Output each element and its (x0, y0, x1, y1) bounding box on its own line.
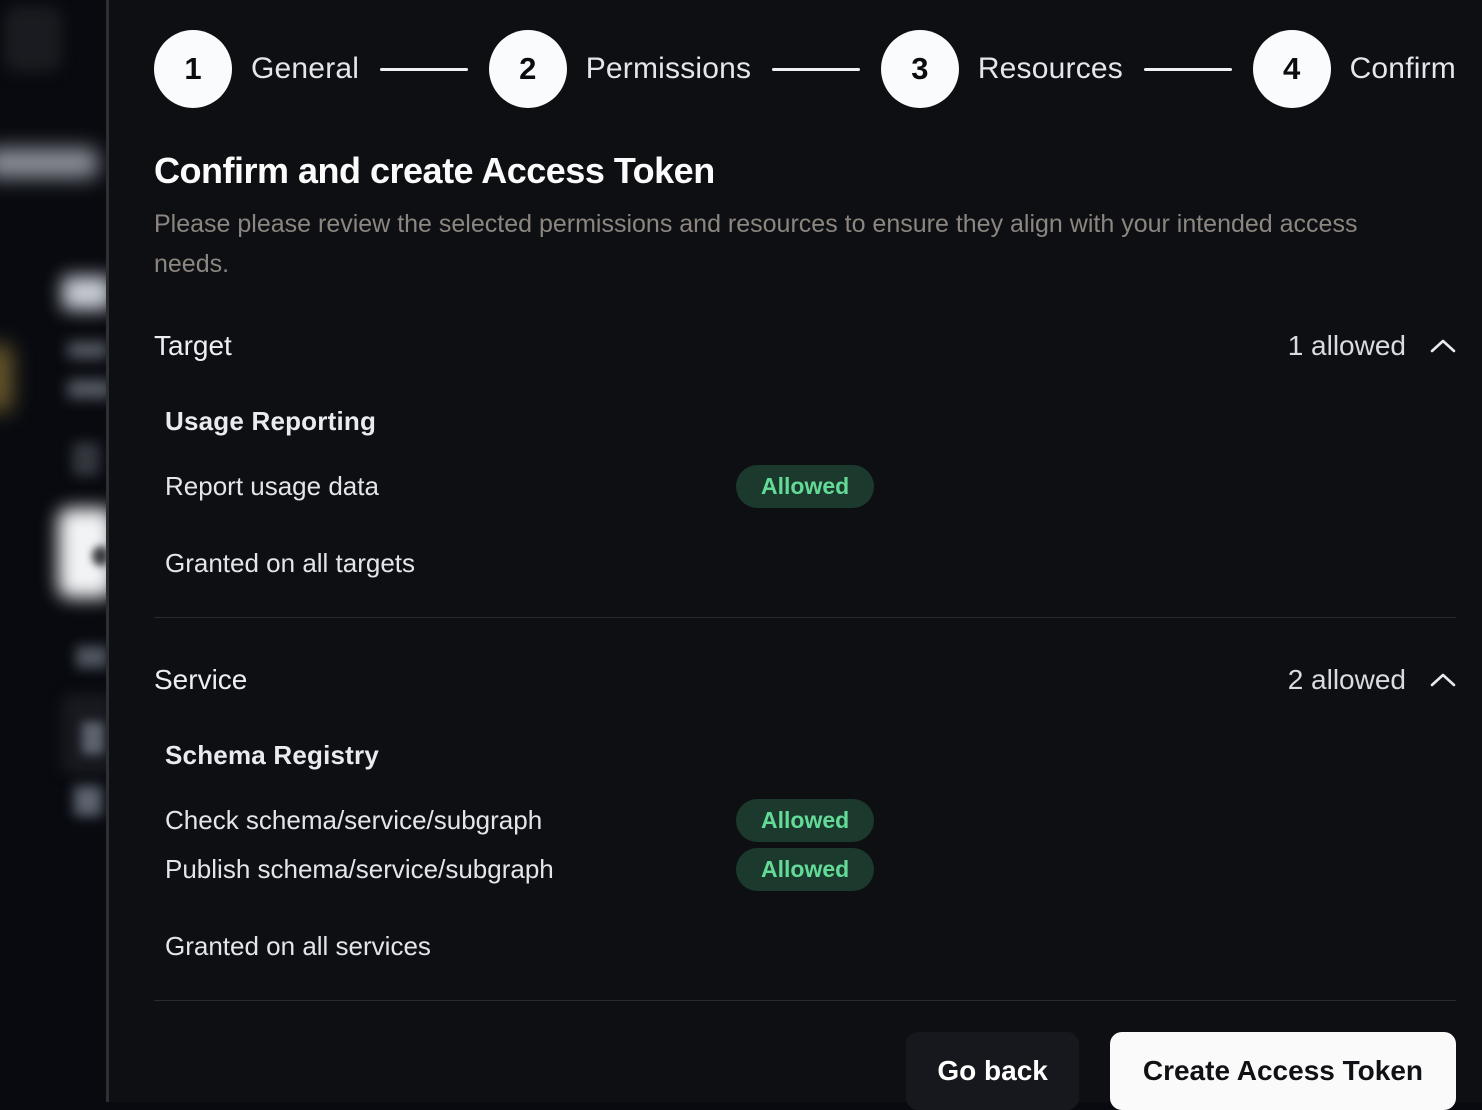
step-connector-line (380, 68, 468, 71)
step-resources[interactable]: 3 Resources (881, 30, 1123, 108)
blurred-text-fragment (82, 722, 104, 754)
group-title: Usage Reporting (165, 406, 1456, 437)
page-description: Please please review the selected permis… (154, 204, 1379, 284)
create-access-token-modal: 1 General 2 Permissions 3 Resources 4 Co… (106, 0, 1482, 1102)
blurred-logo-tile (4, 6, 62, 72)
permission-row: Report usage data Allowed (165, 465, 1456, 508)
blurred-heading-text (62, 276, 106, 310)
permission-row: Publish schema/service/subgraph Allowed (165, 848, 1456, 891)
chevron-up-icon (1430, 338, 1456, 354)
allowed-badge: Allowed (736, 848, 874, 891)
blurred-button-glyph (92, 546, 106, 566)
modal-footer: Go back Create Access Token (154, 1032, 1456, 1110)
granted-note: Granted on all targets (165, 548, 1456, 579)
step-label: Permissions (586, 52, 752, 86)
section-target-toggle[interactable]: 1 allowed (1288, 330, 1456, 362)
section-title: Target (154, 330, 232, 362)
step-connector-line (1144, 68, 1232, 71)
background-page (0, 0, 106, 1102)
step-connector-line (772, 68, 860, 71)
permission-row: Check schema/service/subgraph Allowed (165, 799, 1456, 842)
permission-group: Usage Reporting Report usage data Allowe… (165, 406, 1456, 508)
step-number-circle: 2 (489, 30, 567, 108)
blurred-text-fragment (74, 786, 102, 816)
step-general[interactable]: 1 General (154, 30, 359, 108)
blurred-nav-item (0, 148, 98, 178)
blurred-text-fragment (76, 646, 106, 668)
blurred-small-tile (72, 442, 100, 476)
granted-note: Granted on all services (165, 931, 1456, 962)
step-confirm[interactable]: 4 Confirm (1253, 30, 1456, 108)
section-divider (154, 617, 1456, 618)
section-service-header: Service 2 allowed (154, 664, 1456, 696)
permission-label: Check schema/service/subgraph (165, 805, 736, 836)
blurred-subtext-line (68, 380, 106, 398)
group-title: Schema Registry (165, 740, 1456, 771)
blurred-warning-blob (0, 344, 12, 412)
permission-group: Schema Registry Check schema/service/sub… (165, 740, 1456, 891)
allowed-badge: Allowed (736, 799, 874, 842)
wizard-stepper: 1 General 2 Permissions 3 Resources 4 Co… (154, 30, 1456, 108)
go-back-button[interactable]: Go back (906, 1032, 1078, 1110)
step-label: General (251, 52, 359, 86)
chevron-up-icon (1430, 672, 1456, 688)
section-service-toggle[interactable]: 2 allowed (1288, 664, 1456, 696)
step-permissions[interactable]: 2 Permissions (489, 30, 752, 108)
step-number-circle: 4 (1253, 30, 1331, 108)
allowed-count: 2 allowed (1288, 664, 1406, 696)
step-number-circle: 3 (881, 30, 959, 108)
allowed-badge: Allowed (736, 465, 874, 508)
allowed-count: 1 allowed (1288, 330, 1406, 362)
section-target-header: Target 1 allowed (154, 330, 1456, 362)
footer-divider (154, 1000, 1456, 1001)
step-label: Confirm (1350, 52, 1456, 86)
section-title: Service (154, 664, 247, 696)
step-number-circle: 1 (154, 30, 232, 108)
create-access-token-button[interactable]: Create Access Token (1110, 1032, 1456, 1110)
step-label: Resources (978, 52, 1123, 86)
permission-label: Publish schema/service/subgraph (165, 854, 736, 885)
permission-label: Report usage data (165, 471, 736, 502)
page-title: Confirm and create Access Token (154, 150, 1456, 192)
blurred-subtext-line (68, 342, 106, 358)
